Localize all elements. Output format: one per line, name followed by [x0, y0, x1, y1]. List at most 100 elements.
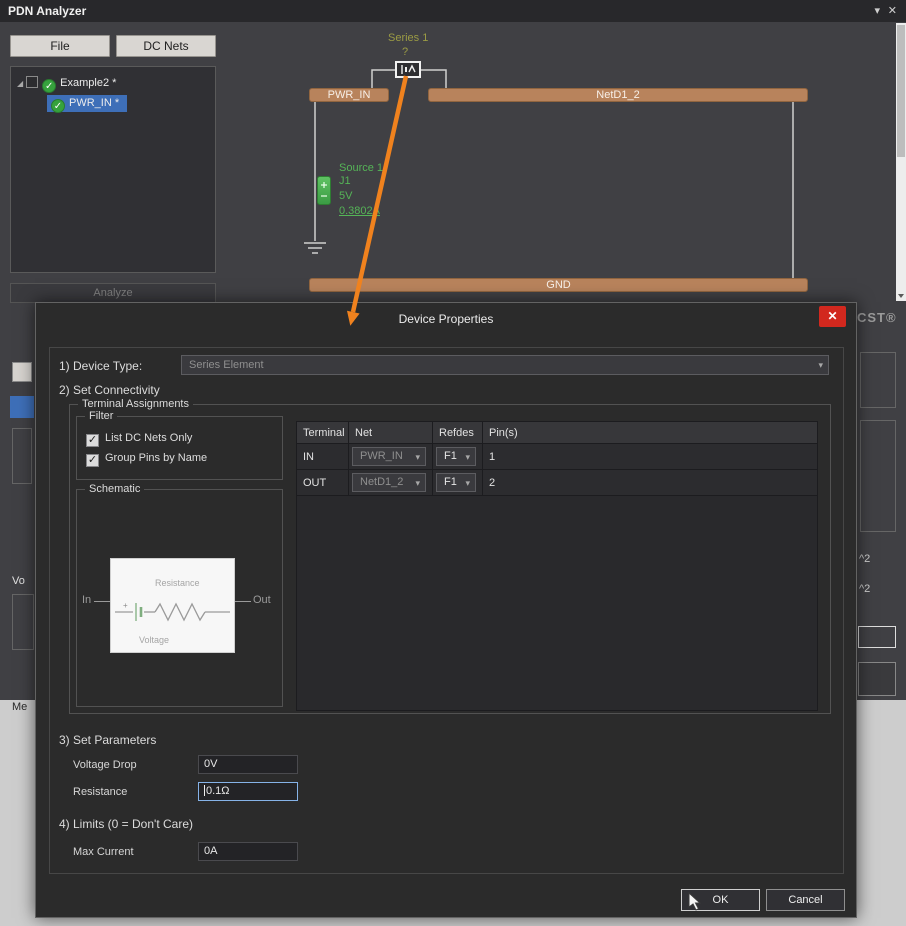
device-type-label: 1) Device Type: [59, 359, 143, 373]
tree-label-example2: Example2 * [60, 77, 117, 89]
terminal-cell: OUT [297, 470, 349, 495]
schematic-group: Schematic In Out Resistance + Voltage [76, 482, 283, 707]
schematic-wire [235, 601, 251, 602]
example2-checkbox[interactable] [26, 76, 39, 88]
bg-fragment-button [12, 362, 32, 382]
schematic-voltage-label: Voltage [139, 635, 169, 645]
bg-fragment-me: Me [12, 701, 28, 713]
bg-fragment-sq2: ^2 [859, 583, 871, 595]
net-dropdown-in[interactable]: PWR_IN ▾ [352, 447, 426, 466]
table-row-in[interactable]: IN PWR_IN ▾ F1 ▾ 1 [297, 444, 817, 470]
col-terminal: Terminal [297, 422, 349, 443]
terminal-cell: IN [297, 444, 349, 469]
dc-nets-button[interactable]: DC Nets [116, 35, 216, 57]
voltage-source[interactable] [317, 176, 331, 205]
device-type-value: Series Element [189, 359, 264, 371]
list-dc-nets-checkbox-row[interactable]: ✓ List DC Nets Only [86, 431, 193, 447]
set-connectivity-label: 2) Set Connectivity [59, 383, 160, 397]
file-button[interactable]: File [10, 35, 110, 57]
dialog-close-button[interactable]: ✕ [819, 306, 846, 327]
pins-cell: 2 [489, 477, 496, 489]
checkbox-checked-icon[interactable]: ✓ [86, 434, 99, 447]
schematic-in-label: In [82, 594, 92, 606]
col-net: Net [349, 422, 433, 443]
source-refdes-label: J1 [339, 175, 351, 187]
scrollbar-thumb[interactable] [897, 25, 905, 157]
schematic-wire [94, 601, 110, 602]
bg-fragment-sq1: ^2 [859, 553, 871, 565]
cancel-button[interactable]: Cancel [766, 889, 845, 911]
chevron-down-icon: ▾ [465, 478, 470, 488]
schematic-plus-sign: + [123, 601, 128, 610]
ok-button[interactable]: OK [681, 889, 760, 911]
tree-item-pwrin-selected[interactable]: ✓ PWR_IN * [47, 95, 128, 113]
series-element[interactable] [395, 61, 421, 78]
terminal-table: Terminal Net Refdes Pin(s) IN PWR_IN ▾ F… [296, 421, 818, 711]
schematic-symbol-panel: Resistance + Voltage [110, 558, 235, 653]
col-refdes: Refdes [433, 422, 483, 443]
source-name-label: Source 1 [339, 162, 384, 174]
pins-cell: 1 [489, 451, 496, 463]
expander-icon[interactable]: ◢ [17, 79, 23, 88]
filter-group: Filter ✓ List DC Nets Only ✓ Group Pins by… [76, 409, 283, 480]
col-pins: Pin(s) [489, 427, 518, 439]
window-close-icon[interactable]: ✕ [888, 4, 897, 17]
device-type-dropdown[interactable]: Series Element ▾ [181, 355, 829, 375]
voltage-drop-label: Voltage Drop [73, 759, 137, 771]
resistance-field[interactable]: 0.1Ω [198, 782, 298, 801]
tree-row-example2[interactable]: ◢ ✓ Example2 * [11, 73, 215, 93]
voltage-drop-field[interactable]: 0V [198, 755, 298, 774]
series-value: ? [402, 46, 409, 58]
resistance-label: Resistance [73, 786, 128, 798]
set-parameters-label: 3) Set Parameters [59, 733, 157, 747]
series-element-schematic-icon: Resistance + Voltage [115, 578, 230, 645]
schematic-resistance-label: Resistance [155, 578, 200, 588]
check-circle-icon: ✓ [51, 99, 65, 113]
bg-fragment-box [12, 428, 32, 484]
schematic-out-label: Out [253, 594, 271, 606]
table-row-out[interactable]: OUT NetD1_2 ▾ F1 ▾ 2 [297, 470, 817, 496]
series-element-icon [401, 64, 416, 74]
vertical-scrollbar[interactable] [896, 23, 906, 301]
max-current-field[interactable]: 0A [198, 842, 298, 861]
refdes-cell: F1 ▾ [433, 470, 483, 495]
net-dropdown-in-value: PWR_IN [360, 450, 403, 462]
refdes-cell: F1 ▾ [433, 444, 483, 469]
window-menu-icon[interactable]: ▾ [874, 4, 880, 17]
tree-label-pwrin: PWR_IN * [69, 97, 120, 109]
group-pins-label: Group Pins by Name [105, 452, 208, 464]
tree-row-pwrin[interactable]: ✓ PWR_IN * [11, 93, 215, 113]
dialog-title: Device Properties [398, 312, 494, 326]
limits-label: 4) Limits (0 = Don't Care) [59, 817, 193, 831]
refdes-dropdown-in[interactable]: F1 ▾ [436, 447, 476, 466]
net-dropdown-out[interactable]: NetD1_2 ▾ [352, 473, 426, 492]
bg-fragment-box [12, 594, 34, 650]
bg-fragment-vo: Vo [12, 575, 25, 587]
refdes-dropdown-out[interactable]: F1 ▾ [436, 473, 476, 492]
bg-fragment-box [860, 352, 896, 408]
chevron-down-icon: ▾ [415, 478, 420, 488]
checkbox-checked-icon[interactable]: ✓ [86, 454, 99, 467]
bg-fragment-selected-item [10, 396, 34, 418]
source-voltage-label: 5V [339, 190, 353, 202]
bg-fragment-box [860, 420, 896, 532]
max-current-label: Max Current [73, 846, 134, 858]
net-bar-gnd[interactable]: GND [309, 278, 808, 292]
list-dc-nets-label: List DC Nets Only [105, 432, 193, 444]
scrollbar-down-arrow-icon[interactable] [898, 294, 904, 298]
net-bar-pwr-in[interactable]: PWR_IN [309, 88, 389, 102]
battery-icon [321, 182, 327, 197]
group-pins-checkbox-row[interactable]: ✓ Group Pins by Name [86, 451, 208, 467]
analyze-button[interactable]: Analyze [10, 283, 216, 303]
bg-fragment-box [858, 662, 896, 696]
schematic-label: Schematic [85, 482, 145, 496]
text-cursor [204, 785, 205, 796]
net-bar-netd1-2[interactable]: NetD1_2 [428, 88, 808, 102]
net-dropdown-out-value: NetD1_2 [360, 476, 404, 488]
net-cell: NetD1_2 ▾ [349, 470, 433, 495]
tree-panel: ◢ ✓ Example2 * ✓ PWR_IN * [10, 66, 216, 273]
source-current-link[interactable]: 0.3802A [339, 205, 380, 217]
app-window: PDN Analyzer ▾ ✕ File DC Nets ◢ ✓ Example2… [0, 0, 906, 926]
chevron-down-icon: ▾ [415, 452, 420, 462]
refdes-dropdown-out-value: F1 [444, 476, 457, 488]
